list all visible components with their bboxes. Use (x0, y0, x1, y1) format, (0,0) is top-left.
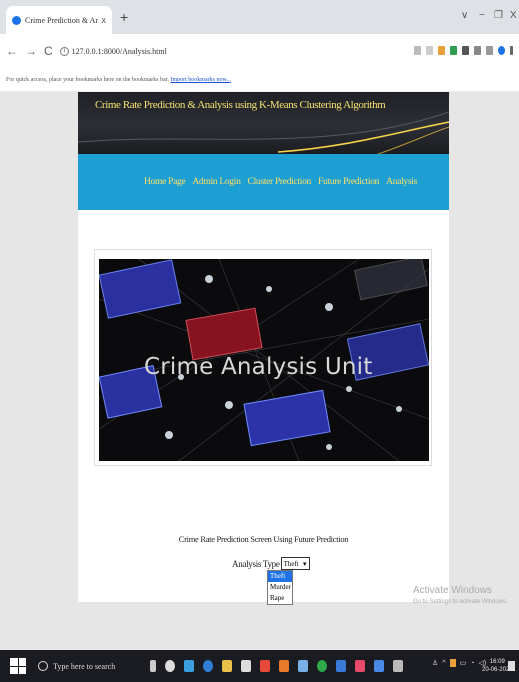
analysis-type-dropdown: Theft Murder Rape (267, 570, 293, 605)
puzzle-icon[interactable] (462, 46, 469, 55)
watermark-subtitle: Go to Settings to activate Windows. (413, 599, 508, 605)
minimize-button[interactable]: − (479, 10, 485, 21)
url-text: 127.0.0.1:8000/Analysis.html (71, 46, 167, 56)
hero-frame: Crime Analysis Unit (94, 249, 432, 466)
address-bar[interactable]: i 127.0.0.1:8000/Analysis.html (59, 46, 167, 56)
wifi-icon[interactable]: ◔ (470, 660, 474, 667)
tab-search-icon[interactable]: ∨ (461, 10, 468, 21)
profile-icon[interactable] (498, 46, 505, 55)
dropdown-option-rape[interactable]: Rape (268, 593, 292, 604)
taskbar-search[interactable]: Type here to search (38, 661, 115, 671)
task-view-icon[interactable] (165, 660, 175, 672)
nav-admin-login[interactable]: Admin Login (192, 177, 240, 187)
app-icon[interactable] (393, 660, 403, 672)
sidebar-icon[interactable] (486, 46, 493, 55)
app-icon[interactable] (279, 660, 289, 672)
analysis-type-label: Analysis Type (232, 558, 280, 569)
close-window-button[interactable]: X (510, 10, 517, 21)
people-icon[interactable]: ♙ (432, 659, 438, 667)
bookmarks-hint: For quick access, place your bookmarks h… (6, 77, 169, 83)
edge-icon[interactable] (203, 660, 213, 672)
dropdown-option-theft[interactable]: Theft (268, 571, 292, 582)
notification-icon[interactable] (508, 661, 515, 671)
analysis-type-select[interactable]: Theft ▾ (280, 557, 310, 570)
extension-icon[interactable] (438, 46, 445, 55)
app-icon[interactable] (355, 660, 365, 672)
taskbar-apps (150, 660, 403, 672)
chevron-up-icon[interactable]: ^ (442, 660, 445, 667)
network-icon[interactable]: ▭ (460, 659, 467, 667)
chrome-icon[interactable] (317, 660, 327, 672)
tray-app-icon[interactable] (449, 659, 456, 667)
maximize-button[interactable]: ❐ (494, 10, 503, 21)
select-value: Theft (283, 559, 299, 568)
app-icon[interactable] (184, 660, 194, 672)
site-info-icon[interactable]: i (59, 46, 69, 56)
extension-icons (414, 46, 513, 55)
windows-taskbar: Type here to search ♙ ^ ▭ ◔ ◁) 16:09 20-… (0, 650, 519, 682)
star-icon[interactable] (426, 46, 433, 55)
analysis-type-row: Analysis Type Theft ▾ (232, 557, 310, 570)
system-tray: ♙ ^ ▭ ◔ ◁) (432, 659, 486, 667)
back-button[interactable]: ← (6, 44, 18, 58)
tab-close-icon[interactable]: x (102, 15, 107, 25)
hero-overlay-text: Crime Analysis Unit (144, 354, 373, 380)
taskbar-search-placeholder: Type here to search (53, 661, 116, 671)
site-banner: Crime Rate Prediction & Analysis using K… (78, 92, 449, 154)
tab-title: Crime Prediction & Analysis (25, 15, 98, 25)
store-icon[interactable] (241, 660, 251, 672)
app-icon[interactable] (374, 660, 384, 672)
menu-icon[interactable] (510, 46, 513, 55)
mic-icon[interactable] (150, 660, 156, 672)
site-title: Crime Rate Prediction & Analysis using K… (95, 99, 386, 111)
nav-analysis[interactable]: Analysis (386, 177, 417, 187)
browser-tab-bar: Crime Prediction & Analysis x + ∨ − ❐ X (0, 0, 519, 34)
activate-windows-watermark: Activate Windows Go to Settings to activ… (413, 585, 508, 605)
extension-icon[interactable] (450, 46, 457, 55)
app-icon[interactable] (336, 660, 346, 672)
main-nav: Home Page Admin Login Cluster Prediction… (78, 154, 449, 210)
nav-cluster-prediction[interactable]: Cluster Prediction (248, 177, 312, 187)
app-icon[interactable] (298, 660, 308, 672)
dropdown-option-murder[interactable]: Murder (268, 582, 292, 593)
browser-toolbar: ← → C i 127.0.0.1:8000/Analysis.html (0, 34, 519, 68)
nav-home[interactable]: Home Page (144, 177, 186, 187)
reload-button[interactable]: C (44, 44, 53, 58)
app-icon[interactable] (260, 660, 270, 672)
file-explorer-icon[interactable] (222, 660, 232, 672)
nav-future-prediction[interactable]: Future Prediction (318, 177, 379, 187)
browser-tab[interactable]: Crime Prediction & Analysis x (6, 6, 112, 34)
bookmarks-bar: For quick access, place your bookmarks h… (0, 68, 519, 92)
chevron-down-icon: ▾ (303, 559, 307, 568)
new-tab-button[interactable]: + (120, 9, 128, 25)
import-bookmarks-link[interactable]: Import bookmarks now... (170, 77, 230, 83)
reading-list-icon[interactable] (474, 46, 481, 55)
hero-image: Crime Analysis Unit (99, 259, 429, 461)
page-container: Crime Rate Prediction & Analysis using K… (78, 92, 449, 605)
favicon-icon (12, 15, 21, 25)
forward-button[interactable]: → (25, 44, 37, 58)
watermark-title: Activate Windows (413, 585, 492, 596)
search-icon (38, 661, 48, 671)
form-heading: Crime Rate Prediction Screen Using Futur… (178, 534, 349, 544)
start-button[interactable] (10, 658, 26, 674)
share-icon[interactable] (414, 46, 421, 55)
